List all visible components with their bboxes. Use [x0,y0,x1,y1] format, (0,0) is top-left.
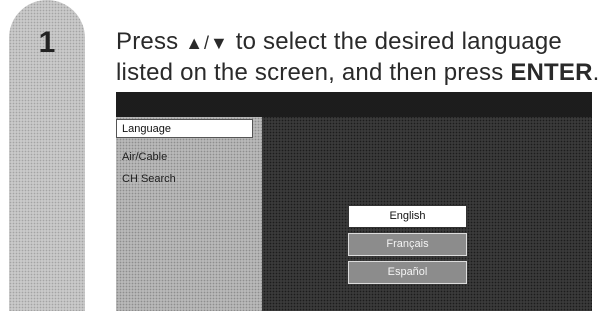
setup-menu-panel: Language Air/Cable CH Search [116,117,262,311]
instruction-text: Press ▲/▼ to select the desired language… [116,27,606,87]
language-option-english[interactable]: English [348,205,467,228]
menu-item-air-cable[interactable]: Air/Cable [122,151,167,163]
menu-item-language[interactable]: Language [116,119,253,138]
instruction-suffix: . [592,59,600,86]
tv-screen-illustration: Language Air/Cable CH Search English Fra… [116,92,592,311]
manual-page: 1 Press ▲/▼ to select the desired langua… [0,0,608,311]
language-option-francais[interactable]: Français [348,233,467,256]
language-option-espanol[interactable]: Español [348,261,467,284]
step-sidebar: 1 [9,0,85,311]
step-number: 1 [38,26,56,59]
up-down-arrows-icon: ▲/▼ [185,33,229,53]
screen-title-bar [116,92,592,117]
menu-item-ch-search[interactable]: CH Search [122,173,176,185]
instruction-prefix: Press [116,28,186,55]
enter-key-label: ENTER [510,59,593,86]
